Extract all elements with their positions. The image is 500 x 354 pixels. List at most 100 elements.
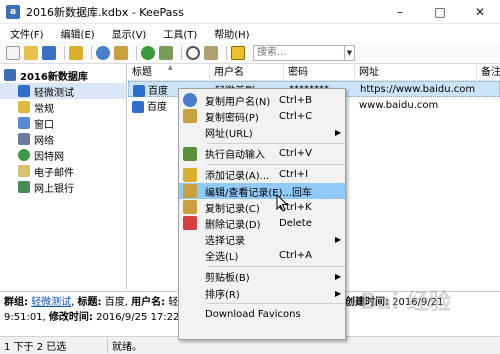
menu-edit[interactable]: 编辑(E): [51, 26, 102, 41]
group-link[interactable]: 轻微测试: [31, 297, 71, 308]
submenu-arrow-icon: ▶: [335, 272, 342, 282]
open-url-icon[interactable]: [141, 45, 155, 60]
autotype-icon[interactable]: [159, 45, 173, 60]
toolbar-separator: [136, 45, 137, 60]
keyboard-icon: [183, 146, 197, 161]
group-label: 群组:: [4, 297, 28, 308]
menu-help[interactable]: 帮助(H): [204, 26, 256, 41]
menu-sort[interactable]: 排序(R) ▶: [179, 285, 345, 301]
modified-label: 修改时间:: [48, 312, 93, 323]
tree-item[interactable]: 常规: [0, 99, 126, 115]
menu-download-favicons[interactable]: Download Favicons: [179, 306, 345, 322]
tree-item[interactable]: 窗口: [0, 115, 126, 131]
new-database-icon[interactable]: [6, 45, 20, 60]
lock-icon[interactable]: [231, 45, 245, 60]
menu-delete-entry[interactable]: 删除记录(D) Delete: [179, 215, 345, 231]
menu-item-shortcut: Ctrl+A: [279, 250, 313, 262]
menu-item-label: 复制密码(P): [205, 112, 259, 124]
column-header-title[interactable]: 标题 ▲: [128, 64, 210, 80]
open-folder-icon[interactable]: [24, 45, 38, 60]
menu-item-label: 剪贴板(B): [205, 273, 250, 285]
cell-title-text: 百度: [148, 85, 168, 97]
tree-item[interactable]: 电子邮件: [0, 163, 126, 179]
network-icon: [18, 133, 30, 145]
menu-select-all[interactable]: 全选(L) Ctrl+A: [179, 248, 345, 264]
menu-item-label: 删除记录(D): [205, 219, 261, 231]
copy-username-icon[interactable]: [96, 45, 110, 60]
menu-separator: [207, 303, 345, 305]
blank-icon: [183, 270, 197, 284]
menu-item-shortcut: Ctrl+B: [279, 94, 313, 106]
tree-item[interactable]: 网络: [0, 131, 126, 147]
tree-item-label: 轻微测试: [34, 87, 74, 99]
copy-password-icon[interactable]: [114, 45, 128, 60]
menu-separator: [207, 142, 345, 144]
find-icon[interactable]: [186, 45, 200, 60]
menu-edit-entry[interactable]: 编辑/查看记录(E)... 回车: [179, 182, 345, 200]
menu-copy-username[interactable]: 复制用户名(N) Ctrl+B: [179, 92, 345, 108]
tree-item-label: 电子邮件: [34, 167, 74, 179]
search-dropdown-icon[interactable]: ▼: [345, 44, 355, 61]
cell-url: https://www.baidu.com: [360, 83, 476, 95]
add-entry-icon[interactable]: [69, 45, 83, 60]
menu-url[interactable]: 网址(URL) ▶: [179, 124, 345, 140]
search-input[interactable]: [253, 44, 345, 61]
cell-title-text: 百度: [147, 101, 167, 113]
menu-item-label: 排序(R): [205, 289, 240, 301]
minimize-button[interactable]: –: [380, 0, 420, 24]
folder-icon: [18, 85, 30, 97]
submenu-arrow-icon: ▶: [335, 288, 342, 298]
column-header-notes[interactable]: 备注: [477, 64, 500, 80]
menu-clipboard[interactable]: 剪贴板(B) ▶: [179, 269, 345, 285]
menu-item-shortcut: Delete: [279, 217, 312, 229]
menu-item-label: 执行自动输入: [205, 150, 265, 162]
menu-add-entry[interactable]: 添加记录(A)... Ctrl+I: [179, 167, 345, 183]
submenu-arrow-icon: ▶: [335, 235, 342, 245]
group-tree: 2016新数据库 轻微测试 常规 窗口 网络 因特网 电子邮件 网上银行: [0, 64, 127, 290]
close-button[interactable]: ✕: [460, 0, 500, 24]
cell-url: www.baidu.com: [359, 99, 439, 111]
column-header-password[interactable]: 密码: [284, 64, 355, 80]
duplicate-entry-icon: [183, 200, 197, 215]
username-label: 用户名:: [131, 297, 166, 308]
menu-view[interactable]: 显示(V): [102, 26, 154, 41]
mouse-cursor-icon: [276, 194, 288, 212]
column-header-label: 标题: [132, 67, 152, 78]
tree-item-label: 窗口: [34, 119, 54, 131]
blank-icon: [183, 125, 197, 139]
window-title: 2016新数据库.kdbx - KeePass: [26, 5, 184, 19]
context-menu: 复制用户名(N) Ctrl+B 复制密码(P) Ctrl+C 网址(URL) ▶…: [178, 88, 346, 340]
tree-item-selected[interactable]: 轻微测试: [0, 83, 126, 99]
tree-item[interactable]: 网上银行: [0, 179, 126, 195]
menu-item-shortcut: Ctrl+V: [279, 148, 313, 160]
edit-entry-icon: [183, 184, 197, 199]
menu-item-label: 全选(L): [205, 252, 239, 264]
menu-tools[interactable]: 工具(T): [153, 26, 204, 41]
maximize-button[interactable]: □: [420, 0, 460, 24]
column-header-username[interactable]: 用户名: [210, 64, 284, 80]
save-icon[interactable]: [42, 45, 56, 60]
toolbar-separator: [226, 45, 227, 60]
menu-item-shortcut: Ctrl+C: [279, 110, 313, 122]
menu-item-shortcut: Ctrl+I: [279, 169, 309, 181]
blank-icon: [183, 286, 197, 300]
menu-select-entries[interactable]: 选择记录 ▶: [179, 232, 345, 248]
menu-item-label: 添加记录(A)...: [205, 171, 270, 183]
tree-item[interactable]: 因特网: [0, 147, 126, 163]
column-header-url[interactable]: 网址: [355, 64, 477, 80]
blank-icon: [183, 249, 197, 263]
window-icon: [18, 117, 30, 129]
email-icon: [18, 165, 30, 177]
menu-item-label: 选择记录: [205, 236, 245, 248]
menu-duplicate-entry[interactable]: 复制记录(C) Ctrl+K: [179, 199, 345, 215]
key-icon: [183, 109, 197, 124]
menu-bar: 文件(F) 编辑(E) 显示(V) 工具(T) 帮助(H): [0, 25, 500, 42]
menu-autotype[interactable]: 执行自动输入 Ctrl+V: [179, 146, 345, 162]
toolbar-separator: [91, 45, 92, 60]
menu-file[interactable]: 文件(F): [0, 26, 51, 41]
menu-copy-password[interactable]: 复制密码(P) Ctrl+C: [179, 108, 345, 124]
window-controls: – □ ✕: [380, 0, 500, 24]
tree-root[interactable]: 2016新数据库: [0, 67, 126, 83]
toolbar: ▼: [0, 42, 500, 64]
entries-list-icon[interactable]: [204, 45, 218, 60]
